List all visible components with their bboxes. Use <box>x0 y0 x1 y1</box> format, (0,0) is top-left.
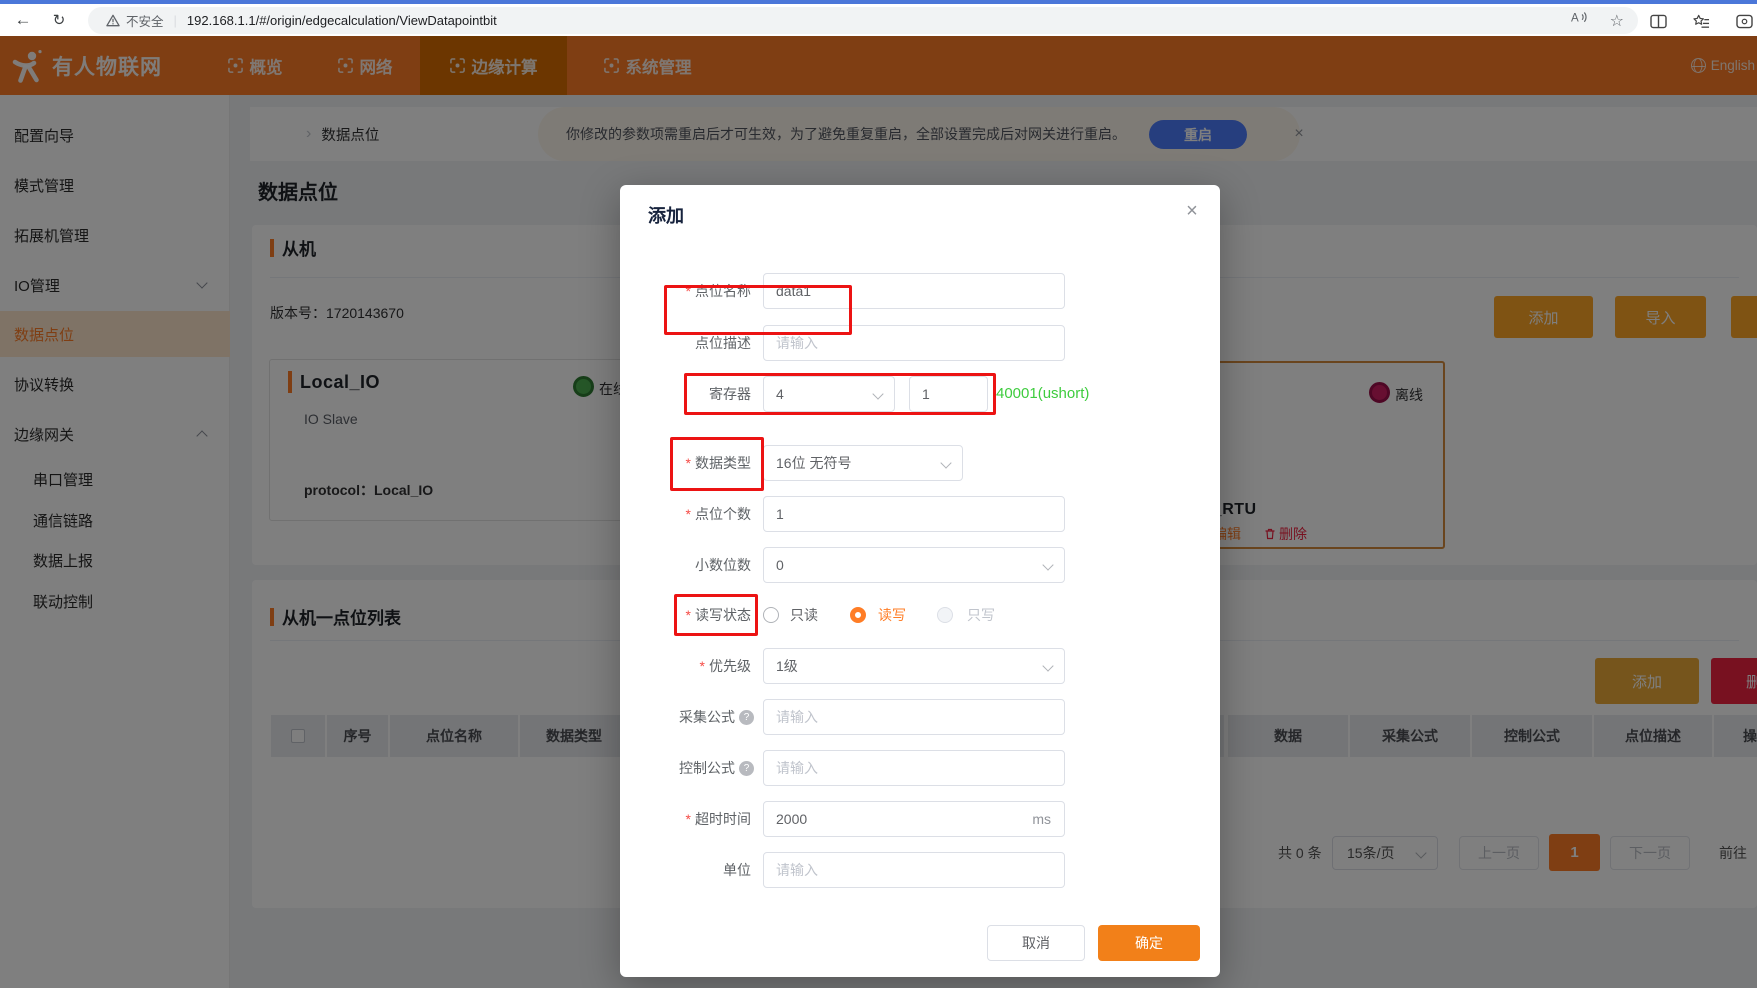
field-label: * 点位名称 <box>685 283 751 299</box>
register-type-select[interactable]: 4 <box>763 376 895 412</box>
field-rw-state: * 读写状态 只读 读写 只写 <box>620 597 1220 633</box>
field-label: 寄存器 <box>709 386 751 402</box>
required-asterisk: * <box>685 811 691 827</box>
chevron-down-icon <box>1042 660 1054 672</box>
decimals-select[interactable]: 0 <box>763 547 1065 583</box>
radio-write-only[interactable] <box>937 607 953 623</box>
required-asterisk: * <box>685 506 691 522</box>
chevron-down-icon <box>1042 559 1054 571</box>
register-type-value: 4 <box>776 386 784 402</box>
required-asterisk: * <box>685 283 691 299</box>
field-label: 采集公式 <box>679 709 735 725</box>
field-collect-formula: 采集公式 ? <box>620 699 1220 735</box>
required-asterisk: * <box>685 607 691 623</box>
priority-select[interactable]: 1级 <box>763 648 1065 684</box>
required-asterisk: * <box>685 455 691 471</box>
priority-value: 1级 <box>776 658 798 674</box>
browser-back-icon[interactable]: ← <box>8 4 38 36</box>
confirm-button[interactable]: 确定 <box>1098 925 1200 961</box>
register-address-input[interactable] <box>909 376 988 412</box>
radio-read-only[interactable] <box>763 607 779 623</box>
timeout-input[interactable] <box>763 801 1065 837</box>
field-decimals: 小数位数 0 <box>620 547 1220 583</box>
radio-read-write-label[interactable]: 读写 <box>878 597 906 633</box>
browser-toolbar: ← ↻ 不安全 | 192.168.1.1/#/origin/edgecalcu… <box>0 4 1757 36</box>
required-asterisk: * <box>699 658 705 674</box>
decimals-value: 0 <box>776 557 784 573</box>
collect-formula-input[interactable] <box>763 699 1065 735</box>
field-point-desc: 点位描述 <box>620 325 1220 361</box>
register-hint: 40001(ushort) <box>996 385 1090 402</box>
field-label: * 点位个数 <box>685 506 751 522</box>
data-type-value: 16位 无符号 <box>776 455 852 471</box>
not-secure-warning-icon <box>106 14 120 27</box>
field-label: 控制公式 <box>679 760 735 776</box>
cancel-button[interactable]: 取消 <box>987 925 1085 961</box>
field-point-count: * 点位个数 <box>620 496 1220 532</box>
modal-close-icon[interactable]: × <box>1174 193 1210 229</box>
data-type-select[interactable]: 16位 无符号 <box>763 445 963 481</box>
field-label: * 优先级 <box>699 658 751 674</box>
favorites-bar-icon[interactable] <box>1693 14 1710 35</box>
field-control-formula: 控制公式 ? <box>620 750 1220 786</box>
field-label: 小数位数 <box>695 557 751 573</box>
point-count-input[interactable] <box>763 496 1065 532</box>
svg-text:A: A <box>1571 13 1579 25</box>
field-register: 寄存器 4 40001(ushort) <box>620 376 1220 412</box>
browser-extra-icon[interactable] <box>1736 14 1753 34</box>
address-divider: | <box>173 13 177 28</box>
field-priority: * 优先级 1级 <box>620 648 1220 684</box>
browser-refresh-icon[interactable]: ↻ <box>44 4 74 36</box>
read-aloud-icon[interactable]: A <box>1570 10 1588 31</box>
chevron-down-icon <box>940 457 952 469</box>
radio-write-only-label[interactable]: 只写 <box>967 597 995 633</box>
field-label: 单位 <box>723 862 751 878</box>
field-label: * 数据类型 <box>685 455 751 471</box>
field-timeout: *超时时间 ms <box>620 801 1220 837</box>
screen: ← ↻ 不安全 | 192.168.1.1/#/origin/edgecalcu… <box>0 0 1757 988</box>
radio-read-write[interactable] <box>850 607 866 623</box>
point-name-input[interactable] <box>763 273 1065 309</box>
split-screen-icon[interactable] <box>1650 14 1667 34</box>
modal-title: 添加 <box>648 206 684 226</box>
field-label: * 读写状态 <box>685 607 751 623</box>
address-url[interactable]: 192.168.1.1/#/origin/edgecalculation/Vie… <box>187 13 497 28</box>
add-point-modal: 添加 × *点位名称 点位描述 寄存器 4 40001(ushort) *数据类… <box>620 185 1220 977</box>
unit-input[interactable] <box>763 852 1065 888</box>
help-icon[interactable]: ? <box>739 710 754 725</box>
address-bar[interactable]: 不安全 | 192.168.1.1/#/origin/edgecalculati… <box>88 7 1638 34</box>
field-point-name: * 点位名称 <box>620 273 1220 309</box>
field-label: 点位描述 <box>695 335 751 351</box>
chevron-down-icon <box>872 388 884 400</box>
field-data-type: * 数据类型 16位 无符号 <box>620 445 1220 481</box>
field-unit: 单位 <box>620 852 1220 888</box>
control-formula-input[interactable] <box>763 750 1065 786</box>
field-label: * 超时时间 <box>685 811 751 827</box>
favorite-star-icon[interactable]: ☆ <box>1610 11 1624 31</box>
point-desc-input[interactable] <box>763 325 1065 361</box>
radio-read-only-label[interactable]: 只读 <box>790 597 818 633</box>
help-icon[interactable]: ? <box>739 761 754 776</box>
not-secure-label: 不安全 <box>126 15 164 29</box>
